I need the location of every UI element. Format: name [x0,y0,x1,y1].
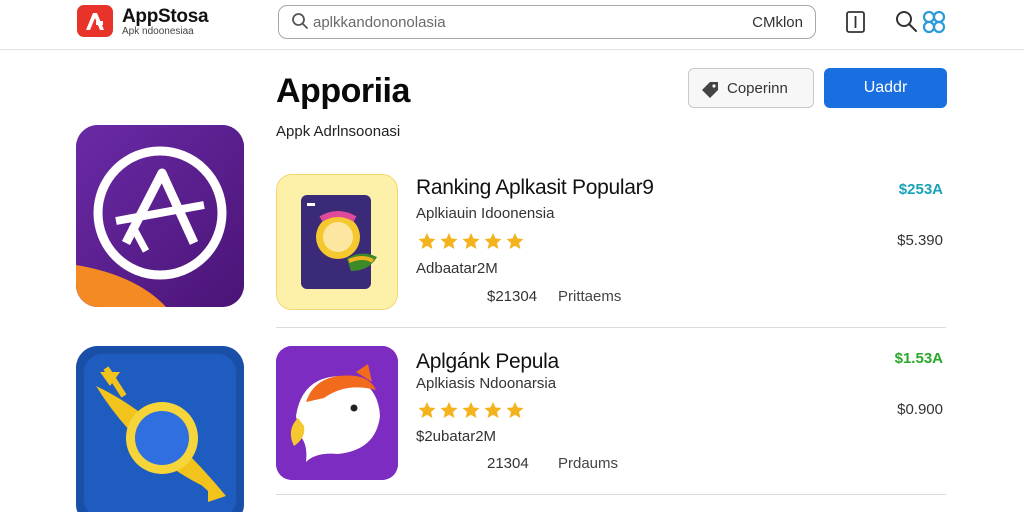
download-count: 21304 [487,455,529,472]
app-category: Aplkiasis Ndoonarsia [416,375,557,392]
star-icon [506,402,524,418]
app-icon-row-2[interactable] [276,346,398,480]
star-icon [418,233,436,249]
primary-action-label: Uaddr [863,79,908,96]
star-icon [440,233,458,249]
page-title: Apporiia [276,72,410,110]
brand-name: AppStosa [122,6,209,27]
star-icon [484,233,502,249]
app-category: Aplkiauin Idoonensia [416,205,555,222]
search-icon[interactable] [894,9,920,35]
page-icon[interactable] [843,9,869,35]
app-store-logo[interactable] [77,5,113,37]
app-developer: Adbaatar2M [416,260,498,277]
app-developer: $2ubatar2M [416,428,497,445]
search-icon [292,13,308,29]
download-count: $21304 [487,288,538,305]
open-button-label: Coperinn [727,80,788,97]
app-price[interactable]: $253A [899,181,943,198]
featured-app-icon-2[interactable] [76,346,244,512]
app-icon-row-1[interactable] [276,174,398,310]
rating-stars [416,232,526,250]
app-name[interactable]: Aplgánk Pepula [416,350,559,374]
download-label: Prdaums [558,455,619,472]
primary-action-button[interactable]: Uaddr [824,68,947,108]
star-icon [506,233,524,249]
row-divider [276,494,946,495]
rating-stars [416,401,526,419]
tag-icon [702,82,718,98]
search-bar[interactable]: aplkkandononolasia CMklon [278,5,816,39]
search-action-label[interactable]: CMklon [752,14,803,31]
star-icon [484,402,502,418]
search-input[interactable]: aplkkandononolasia [313,14,446,31]
star-icon [440,402,458,418]
settings-flower-icon[interactable] [921,9,947,35]
app-price-secondary: $0.900 [897,401,943,418]
download-label: Prittaems [558,288,622,305]
star-icon [462,402,480,418]
app-price[interactable]: $1.53A [895,350,943,367]
brand-tagline: Apk ndoonesiaa [122,26,194,37]
page-subtitle: Appk Adrlnsoonasi [276,123,401,140]
top-bar: AppStosa Apk ndoonesiaa aplkkandononolas… [0,0,1024,50]
open-button[interactable]: Coperinn [688,68,814,108]
app-price-secondary: $5.390 [897,232,943,249]
star-icon [418,402,436,418]
row-divider [276,327,946,328]
app-name[interactable]: Ranking Aplkasit Popular9 [416,176,654,200]
featured-app-icon-1[interactable] [76,125,244,307]
star-icon [462,233,480,249]
